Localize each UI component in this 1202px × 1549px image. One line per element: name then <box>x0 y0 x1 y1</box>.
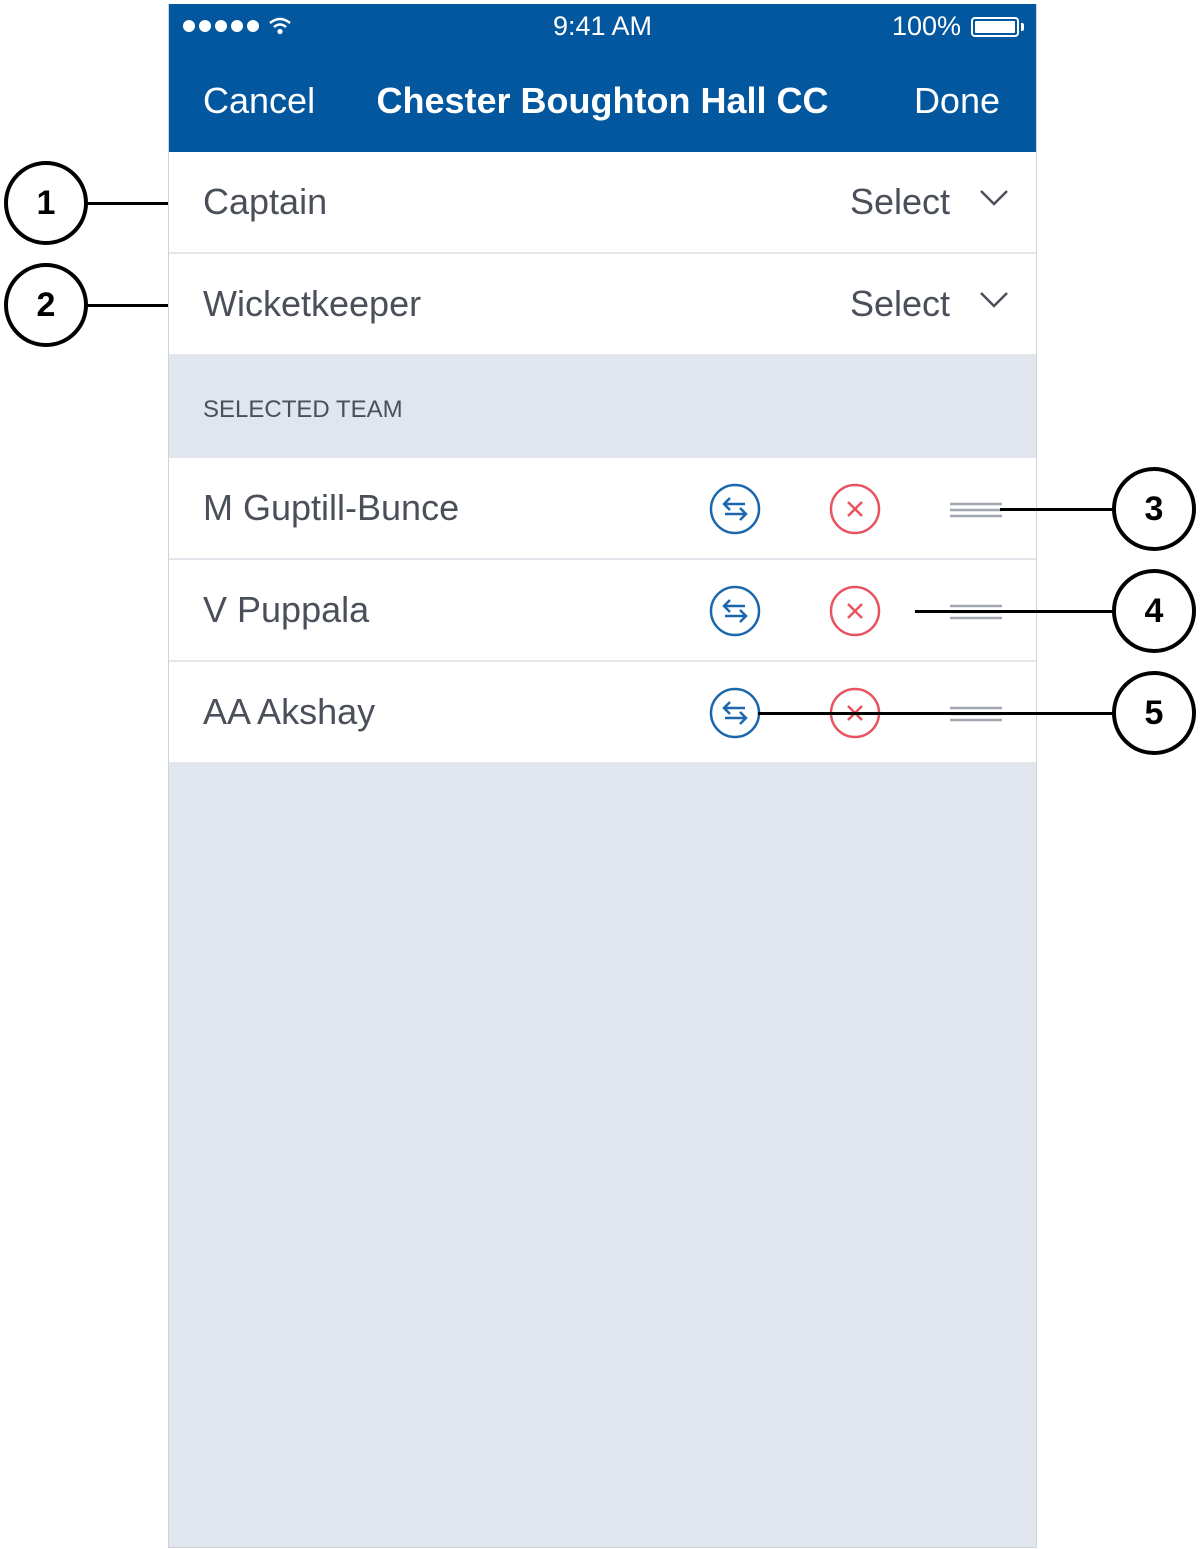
chevron-down-icon <box>980 292 1008 308</box>
callout-marker: 2 <box>4 263 88 347</box>
captain-select-row[interactable]: Captain Select <box>169 152 1036 253</box>
drag-handle-icon[interactable] <box>950 502 1002 518</box>
swap-player-icon[interactable] <box>709 483 761 535</box>
phone-screen: 9:41 AM 100% Cancel Chester Boughton Hal… <box>168 4 1037 1548</box>
section-label: SELECTED TEAM <box>203 396 403 423</box>
swap-player-icon[interactable] <box>709 687 761 739</box>
wicketkeeper-value[interactable]: Select <box>850 283 950 325</box>
callout-leader <box>915 610 1118 613</box>
player-name: V Puppala <box>203 589 370 630</box>
callout-leader <box>84 202 168 205</box>
callout-marker: 3 <box>1112 467 1196 551</box>
captain-label: Captain <box>203 181 328 222</box>
callout-leader <box>758 712 1118 715</box>
callout-marker: 5 <box>1112 671 1196 755</box>
player-name: AA Akshay <box>203 691 376 732</box>
wicketkeeper-select-row[interactable]: Wicketkeeper Select <box>169 254 1036 355</box>
section-header: SELECTED TEAM <box>169 356 1036 457</box>
player-name: M Guptill-Bunce <box>203 487 460 528</box>
nav-bar: Cancel Chester Boughton Hall CC Done <box>169 50 1036 152</box>
callout-leader <box>1000 508 1118 511</box>
battery-percent: 100% <box>891 11 961 41</box>
captain-value[interactable]: Select <box>850 181 950 223</box>
remove-player-icon[interactable] <box>829 585 881 637</box>
wicketkeeper-label: Wicketkeeper <box>203 283 422 324</box>
battery-indicator: 100% <box>892 11 1024 42</box>
battery-icon <box>971 16 1019 37</box>
remove-player-icon[interactable] <box>829 483 881 535</box>
callout-marker: 1 <box>4 161 88 245</box>
player-row: V Puppala <box>169 560 1036 661</box>
done-button[interactable]: Done <box>914 80 1000 122</box>
player-row: M Guptill-Bunce <box>169 458 1036 559</box>
callout-marker: 4 <box>1112 569 1196 653</box>
chevron-down-icon <box>980 190 1008 206</box>
callout-leader <box>84 304 168 307</box>
status-bar: 9:41 AM 100% <box>169 4 1036 50</box>
swap-player-icon[interactable] <box>709 585 761 637</box>
page-title: Chester Boughton Hall CC <box>376 80 829 121</box>
